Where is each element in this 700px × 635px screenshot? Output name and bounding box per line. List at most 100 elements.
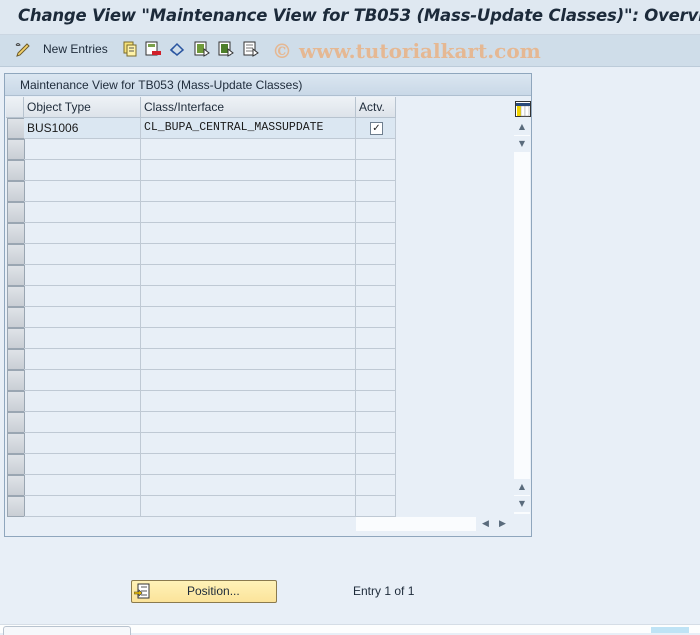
cell-class-interface[interactable] <box>141 139 356 160</box>
row-selector[interactable] <box>7 391 25 412</box>
column-header-active[interactable]: Actv. <box>356 97 396 118</box>
cell-active[interactable] <box>356 160 396 181</box>
row-selector[interactable] <box>7 433 25 454</box>
cell-class-interface[interactable] <box>141 391 356 412</box>
cell-class-interface[interactable] <box>141 244 356 265</box>
cell-object-type[interactable] <box>24 139 141 160</box>
cell-object-type[interactable] <box>24 286 141 307</box>
cell-class-interface[interactable] <box>141 496 356 517</box>
column-header-object-type[interactable]: Object Type <box>24 97 141 118</box>
cell-class-interface[interactable] <box>141 433 356 454</box>
cell-class-interface[interactable] <box>141 328 356 349</box>
cell-active[interactable] <box>356 181 396 202</box>
cell-active[interactable] <box>356 412 396 433</box>
row-selector[interactable] <box>7 223 25 244</box>
scroll-right-icon[interactable]: ▶ <box>495 516 510 532</box>
position-button[interactable]: Position... <box>131 580 277 603</box>
cell-object-type[interactable] <box>24 433 141 454</box>
row-selector[interactable] <box>7 328 25 349</box>
cell-object-type[interactable] <box>24 370 141 391</box>
cell-active[interactable] <box>356 475 396 496</box>
cell-class-interface[interactable] <box>141 349 356 370</box>
cell-object-type[interactable] <box>24 223 141 244</box>
row-selector[interactable] <box>7 139 25 160</box>
active-checkbox[interactable]: ✓ <box>370 122 383 135</box>
row-selector[interactable] <box>7 370 25 391</box>
page-down-icon[interactable]: ▼ <box>514 496 530 512</box>
undo-change-icon[interactable] <box>169 41 186 59</box>
cell-active[interactable] <box>356 139 396 160</box>
delete-icon[interactable] <box>145 41 161 59</box>
row-selector[interactable] <box>7 286 25 307</box>
select-all-rows-header[interactable] <box>6 97 24 118</box>
row-selector[interactable] <box>7 181 25 202</box>
select-all-icon[interactable] <box>194 41 210 59</box>
cell-active[interactable] <box>356 307 396 328</box>
row-selector[interactable] <box>7 307 25 328</box>
copy-icon[interactable] <box>122 41 138 59</box>
cell-active[interactable] <box>356 370 396 391</box>
cell-object-type[interactable] <box>24 265 141 286</box>
cell-class-interface[interactable] <box>141 454 356 475</box>
cell-object-type[interactable] <box>24 160 141 181</box>
cell-class-interface[interactable] <box>141 412 356 433</box>
cell-class-interface[interactable] <box>141 223 356 244</box>
cell-active[interactable] <box>356 433 396 454</box>
cell-class-interface[interactable] <box>141 475 356 496</box>
horizontal-scrollbar[interactable] <box>356 517 476 531</box>
cell-active[interactable] <box>356 244 396 265</box>
cell-class-interface[interactable]: CL_BUPA_CENTRAL_MASSUPDATE <box>141 118 356 139</box>
deselect-all-icon[interactable] <box>243 41 259 59</box>
vertical-scrollbar[interactable] <box>514 119 530 514</box>
cell-active[interactable] <box>356 349 396 370</box>
cell-object-type[interactable] <box>24 496 141 517</box>
cell-object-type[interactable] <box>24 307 141 328</box>
new-entries-button[interactable]: New Entries <box>43 42 108 60</box>
cell-object-type[interactable] <box>24 244 141 265</box>
scroll-down-icon[interactable]: ▼ <box>514 136 530 152</box>
column-header-class-interface[interactable]: Class/Interface <box>141 97 356 118</box>
cell-object-type[interactable] <box>24 475 141 496</box>
row-selector[interactable] <box>7 265 25 286</box>
cell-class-interface[interactable] <box>141 202 356 223</box>
cell-class-interface[interactable] <box>141 181 356 202</box>
cell-active[interactable] <box>356 496 396 517</box>
row-selector[interactable] <box>7 118 25 139</box>
status-bar-tab[interactable] <box>3 626 131 635</box>
cell-active[interactable] <box>356 286 396 307</box>
cell-class-interface[interactable] <box>141 307 356 328</box>
cell-class-interface[interactable] <box>141 265 356 286</box>
row-selector[interactable] <box>7 244 25 265</box>
cell-active[interactable] <box>356 265 396 286</box>
row-selector[interactable] <box>7 160 25 181</box>
row-selector[interactable] <box>7 349 25 370</box>
cell-class-interface[interactable] <box>141 160 356 181</box>
scroll-left-icon[interactable]: ◀ <box>478 516 493 532</box>
select-block-icon[interactable] <box>218 41 234 59</box>
row-selector[interactable] <box>7 412 25 433</box>
row-selector[interactable] <box>7 454 25 475</box>
display-change-icon[interactable] <box>14 41 32 59</box>
row-selector[interactable] <box>7 475 25 496</box>
scroll-up-icon[interactable]: ▲ <box>514 119 530 135</box>
cell-class-interface[interactable] <box>141 286 356 307</box>
cell-object-type[interactable]: BUS1006 <box>24 118 141 139</box>
cell-class-interface[interactable] <box>141 370 356 391</box>
cell-object-type[interactable] <box>24 391 141 412</box>
cell-object-type[interactable] <box>24 412 141 433</box>
page-up-icon[interactable]: ▲ <box>514 479 530 495</box>
cell-object-type[interactable] <box>24 454 141 475</box>
cell-active[interactable] <box>356 328 396 349</box>
cell-object-type[interactable] <box>24 181 141 202</box>
cell-active[interactable] <box>356 391 396 412</box>
row-selector[interactable] <box>7 496 25 517</box>
row-selector[interactable] <box>7 202 25 223</box>
cell-active[interactable] <box>356 454 396 475</box>
cell-object-type[interactable] <box>24 328 141 349</box>
cell-object-type[interactable] <box>24 349 141 370</box>
cell-active[interactable]: ✓ <box>356 118 396 139</box>
table-settings-icon[interactable] <box>515 101 531 117</box>
cell-active[interactable] <box>356 223 396 244</box>
cell-active[interactable] <box>356 202 396 223</box>
cell-object-type[interactable] <box>24 202 141 223</box>
